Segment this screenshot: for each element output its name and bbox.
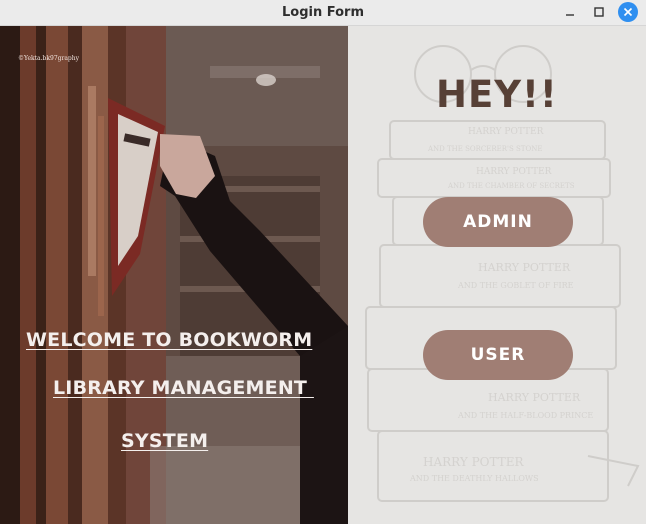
- svg-text:AND THE DEATHLY HALLOWS: AND THE DEATHLY HALLOWS: [409, 474, 539, 483]
- close-icon: [623, 7, 633, 17]
- welcome-line-2: LIBRARY MANAGEMENT: [53, 377, 314, 399]
- svg-text:AND THE CHAMBER OF SECRETS: AND THE CHAMBER OF SECRETS: [447, 182, 575, 190]
- svg-text:AND THE GOBLET OF FIRE: AND THE GOBLET OF FIRE: [457, 281, 574, 290]
- svg-text:HARRY POTTER: HARRY POTTER: [476, 167, 552, 177]
- welcome-line-3: SYSTEM: [121, 430, 209, 452]
- window-titlebar: Login Form: [0, 0, 646, 26]
- photo-credit: ©Yekta.bk97graphy: [18, 55, 80, 62]
- maximize-icon: [594, 7, 604, 17]
- admin-login-button[interactable]: ADMIN: [423, 197, 573, 247]
- minimize-icon: [566, 14, 574, 16]
- user-login-button[interactable]: USER: [423, 330, 573, 380]
- library-photo-panel: ©Yekta.bk97graphy WELCOME TO BOOKWORM LI…: [0, 26, 348, 524]
- svg-text:HARRY POTTER: HARRY POTTER: [488, 391, 581, 404]
- welcome-line-1: WELCOME TO BOOKWORM: [26, 329, 313, 351]
- svg-text:HARRY POTTER: HARRY POTTER: [468, 127, 544, 137]
- greeting-heading: HEY!!: [436, 73, 558, 116]
- login-panel: HARRY POTTER AND THE SORCERER'S STONE HA…: [348, 26, 646, 524]
- maximize-button[interactable]: [589, 2, 609, 22]
- svg-text:HARRY POTTER: HARRY POTTER: [478, 261, 571, 274]
- svg-text:AND THE SORCERER'S STONE: AND THE SORCERER'S STONE: [427, 145, 542, 153]
- svg-text:AND THE HALF-BLOOD PRINCE: AND THE HALF-BLOOD PRINCE: [457, 411, 593, 420]
- window-title: Login Form: [282, 5, 364, 20]
- svg-text:HARRY POTTER: HARRY POTTER: [423, 455, 524, 469]
- close-button[interactable]: [618, 2, 638, 22]
- minimize-button[interactable]: [560, 2, 580, 22]
